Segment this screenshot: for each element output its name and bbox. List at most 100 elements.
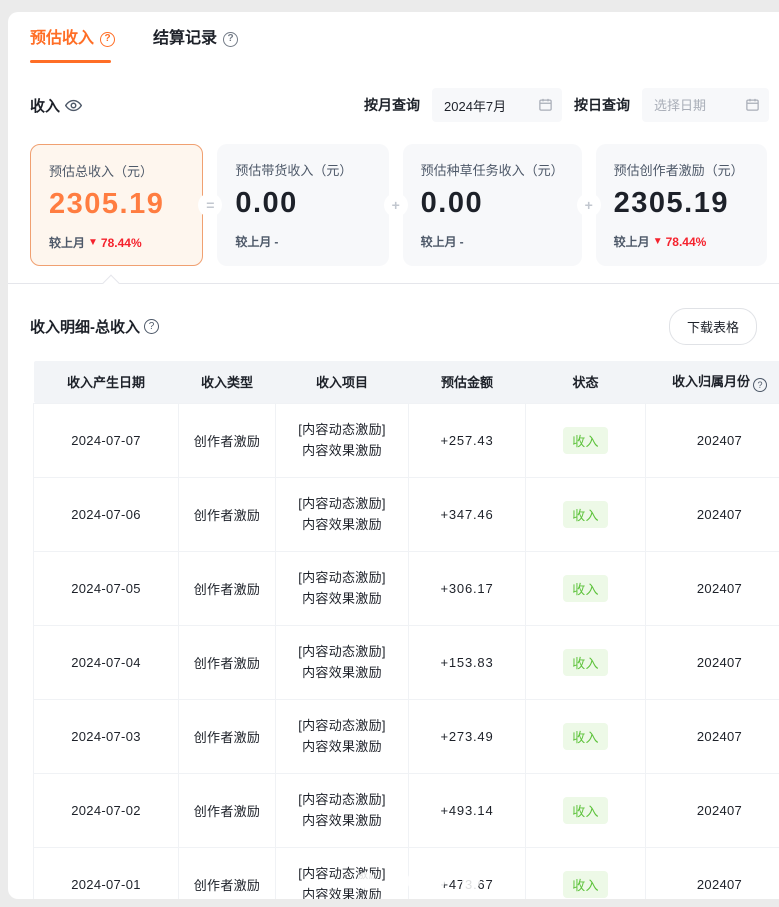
cell-type: 创作者激励 (179, 699, 276, 773)
download-table-button[interactable]: 下载表格 (669, 308, 757, 345)
card-title: 预估带货收入（元） (235, 160, 370, 179)
cell-date: 2024-07-07 (34, 403, 179, 477)
table-row: 2024-07-03 创作者激励 [内容动态激励]内容效果激励 +273.49 … (34, 699, 779, 773)
plus-operator-icon: + (384, 193, 408, 217)
query-group: 按月查询 按日查询 (364, 88, 769, 122)
cell-month: 202407 (646, 773, 779, 847)
card-title: 预估创作者激励（元） (614, 160, 749, 179)
cell-project: [内容动态激励]内容效果激励 (276, 847, 409, 899)
cell-month: 202407 (646, 477, 779, 551)
help-icon[interactable]: ? (144, 319, 159, 334)
day-picker (642, 88, 769, 122)
card-creator-incentive[interactable]: 预估创作者激励（元） 2305.19 较上月 ▼ 78.44% (596, 144, 767, 266)
monthly-query-label: 按月查询 (364, 95, 420, 115)
status-badge: 收入 (563, 797, 608, 824)
detail-section-title: 收入明细-总收入 ? (30, 316, 159, 337)
cell-date: 2024-07-06 (34, 477, 179, 551)
status-badge: 收入 (563, 575, 608, 602)
table-row: 2024-07-06 创作者激励 [内容动态激励]内容效果激励 +347.46 … (34, 477, 779, 551)
calendar-icon (538, 97, 553, 112)
compare-value: 78.44% (101, 236, 142, 250)
table-row: 2024-07-05 创作者激励 [内容动态激励]内容效果激励 +306.17 … (34, 551, 779, 625)
cell-amount: +347.46 (409, 477, 526, 551)
cell-amount: +257.43 (409, 403, 526, 477)
cell-type: 创作者激励 (179, 625, 276, 699)
tab-estimated-income-label: 预估收入 (30, 28, 94, 50)
col-date: 收入产生日期 (34, 361, 179, 403)
income-table-wrap: 收入产生日期 收入类型 收入项目 预估金额 状态 收入归属月份? 2024-07… (33, 361, 779, 899)
cell-month: 202407 (646, 699, 779, 773)
income-table: 收入产生日期 收入类型 收入项目 预估金额 状态 收入归属月份? 2024-07… (33, 361, 779, 899)
card-compare: 较上月 - (421, 233, 564, 250)
cell-project: [内容动态激励]内容效果激励 (276, 551, 409, 625)
status-badge: 收入 (563, 427, 608, 454)
daily-query-label: 按日查询 (574, 95, 630, 115)
tab-settlement-records[interactable]: 结算记录 ? (153, 28, 238, 63)
cell-type: 创作者激励 (179, 403, 276, 477)
status-badge: 收入 (563, 723, 608, 750)
cell-project: [内容动态激励]内容效果激励 (276, 625, 409, 699)
card-task-income[interactable]: 预估种草任务收入（元） 0.00 较上月 - (403, 144, 582, 266)
compare-value: - (460, 235, 464, 249)
cell-type: 创作者激励 (179, 551, 276, 625)
eye-icon[interactable] (65, 97, 82, 114)
help-icon[interactable]: ? (223, 32, 238, 47)
card-compare: 较上月 - (235, 233, 370, 250)
income-title-label: 收入 (30, 95, 60, 116)
selected-card-caret (103, 275, 120, 292)
card-value: 2305.19 (614, 187, 749, 220)
cell-month: 202407 (646, 625, 779, 699)
col-project: 收入项目 (276, 361, 409, 403)
detail-header: 收入明细-总收入 ? 下载表格 (30, 308, 757, 345)
cell-status: 收入 (526, 625, 646, 699)
card-goods-income[interactable]: 预估带货收入（元） 0.00 较上月 - (217, 144, 388, 266)
cell-type: 创作者激励 (179, 773, 276, 847)
cell-project: [内容动态激励]内容效果激励 (276, 477, 409, 551)
help-icon[interactable]: ? (753, 378, 767, 392)
card-value: 2305.19 (49, 188, 184, 221)
cell-amount: +273.49 (409, 699, 526, 773)
cell-amount: +473.67 (409, 847, 526, 899)
cell-project: [内容动态激励]内容效果激励 (276, 403, 409, 477)
main-panel: 预估收入 ? 结算记录 ? 收入 按月查询 按日查询 (8, 12, 779, 899)
stat-cards: 预估总收入（元） 2305.19 较上月 ▼ 78.44% = 预估带货收入（元… (30, 144, 767, 266)
table-header-row: 收入产生日期 收入类型 收入项目 预估金额 状态 收入归属月份? (34, 361, 779, 403)
cell-date: 2024-07-04 (34, 625, 179, 699)
compare-label: 较上月 (49, 234, 85, 251)
cell-date: 2024-07-01 (34, 847, 179, 899)
card-value: 0.00 (235, 187, 370, 220)
trend-down-icon: ▼ (88, 238, 98, 248)
cell-type: 创作者激励 (179, 477, 276, 551)
card-total-income[interactable]: 预估总收入（元） 2305.19 较上月 ▼ 78.44% (30, 144, 203, 266)
table-row: 2024-07-07 创作者激励 [内容动态激励]内容效果激励 +257.43 … (34, 403, 779, 477)
cell-date: 2024-07-03 (34, 699, 179, 773)
card-value: 0.00 (421, 187, 564, 220)
card-title: 预估总收入（元） (49, 161, 184, 180)
cell-status: 收入 (526, 699, 646, 773)
table-row: 2024-07-01 创作者激励 [内容动态激励]内容效果激励 +473.67 … (34, 847, 779, 899)
status-badge: 收入 (563, 871, 608, 898)
help-icon[interactable]: ? (100, 32, 115, 47)
compare-value: - (274, 235, 278, 249)
col-type: 收入类型 (179, 361, 276, 403)
status-badge: 收入 (563, 649, 608, 676)
month-picker (432, 88, 562, 122)
cell-month: 202407 (646, 847, 779, 899)
col-amount: 预估金额 (409, 361, 526, 403)
tab-estimated-income[interactable]: 预估收入 ? (30, 28, 115, 63)
cell-amount: +493.14 (409, 773, 526, 847)
col-month: 收入归属月份? (646, 361, 779, 403)
table-row: 2024-07-02 创作者激励 [内容动态激励]内容效果激励 +493.14 … (34, 773, 779, 847)
cell-month: 202407 (646, 551, 779, 625)
income-header-row: 收入 按月查询 按日查询 (30, 88, 769, 122)
cell-status: 收入 (526, 477, 646, 551)
card-title: 预估种草任务收入（元） (421, 160, 564, 179)
tab-bar: 预估收入 ? 结算记录 ? (8, 12, 779, 63)
cell-month: 202407 (646, 403, 779, 477)
section-divider (8, 283, 779, 284)
tab-settlement-records-label: 结算记录 (153, 28, 217, 50)
cell-status: 收入 (526, 847, 646, 899)
calendar-icon (745, 97, 760, 112)
income-section-title: 收入 (30, 95, 82, 116)
plus-operator-icon: + (577, 193, 601, 217)
